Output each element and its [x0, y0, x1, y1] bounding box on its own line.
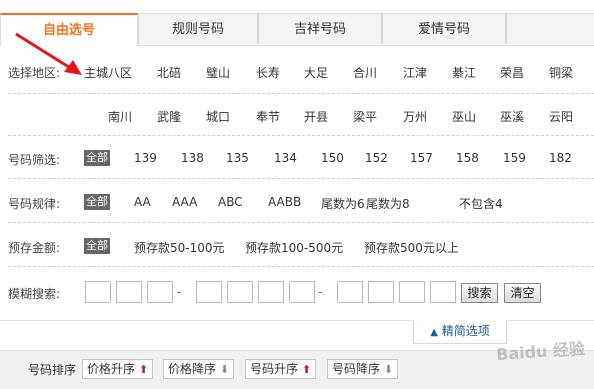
- toggle-label: 精简选项: [441, 324, 490, 338]
- digit-input[interactable]: [116, 281, 142, 303]
- deposit-option[interactable]: 预存款100-500元: [245, 239, 343, 256]
- digit-input[interactable]: [147, 281, 173, 303]
- digit-input[interactable]: [289, 281, 315, 303]
- region-option[interactable]: 万州: [403, 108, 427, 125]
- pattern-option[interactable]: 不包含4: [459, 195, 503, 212]
- region-option[interactable]: 綦江: [452, 64, 476, 81]
- divider: [8, 178, 594, 179]
- pattern-option[interactable]: AA: [134, 195, 151, 209]
- region-option[interactable]: 铜梁: [549, 64, 573, 81]
- prefix-option[interactable]: 158: [456, 151, 479, 165]
- digit-input[interactable]: [399, 281, 425, 303]
- pattern-label: 号码规律:: [8, 197, 61, 211]
- separator: -: [177, 285, 182, 299]
- sort-button[interactable]: 号码升序 ⬆: [245, 359, 317, 379]
- sort-button-label: 价格降序: [168, 362, 220, 376]
- clear-button[interactable]: 清空: [504, 283, 541, 303]
- deposit-label: 预存金额:: [8, 241, 61, 255]
- simplify-options-toggle[interactable]: ▲ 精简选项: [413, 320, 507, 344]
- region-option[interactable]: 巫山: [452, 108, 476, 125]
- divider: [8, 222, 594, 223]
- region-option[interactable]: 奉节: [256, 108, 280, 125]
- pattern-option[interactable]: ABC: [218, 195, 243, 209]
- deposit-option[interactable]: 预存款500元以上: [364, 239, 459, 256]
- region-option[interactable]: 主城八区: [84, 64, 132, 81]
- region-option[interactable]: 云阳: [549, 108, 573, 125]
- digit-input[interactable]: [258, 281, 284, 303]
- prefix-option[interactable]: 138: [181, 151, 204, 165]
- prefix-option[interactable]: 150: [321, 151, 344, 165]
- prefix-option[interactable]: 134: [274, 151, 297, 165]
- digit-input[interactable]: [368, 281, 394, 303]
- sort-button[interactable]: 号码降序 ⬇: [327, 359, 399, 379]
- deposit-option[interactable]: 预存款50-100元: [134, 239, 225, 256]
- tab-empty-filler: [506, 13, 594, 44]
- region-option[interactable]: 开县: [304, 108, 328, 125]
- pattern-all-option[interactable]: 全部: [84, 194, 110, 210]
- arrow-up-icon: ⬆: [138, 363, 149, 376]
- sort-button-label: 号码降序: [332, 362, 384, 376]
- sort-label: 号码排序: [28, 363, 77, 377]
- prefix-filter-label: 号码筛选:: [8, 153, 61, 167]
- pattern-option[interactable]: AABB: [268, 195, 301, 209]
- digit-input[interactable]: [430, 281, 456, 303]
- digit-input[interactable]: [337, 281, 363, 303]
- arrow-down-icon: ⬇: [219, 363, 230, 376]
- region-option[interactable]: 荣昌: [500, 64, 524, 81]
- pattern-option[interactable]: 尾数为6: [321, 195, 365, 212]
- region-option[interactable]: 璧山: [206, 64, 230, 81]
- sort-button-label: 价格升序: [87, 362, 139, 376]
- prefix-option[interactable]: 152: [365, 151, 388, 165]
- prefix-option[interactable]: 157: [410, 151, 433, 165]
- tab-rule-numbers[interactable]: 规则号码: [138, 13, 258, 44]
- deposit-all-option[interactable]: 全部: [84, 238, 110, 254]
- sort-button[interactable]: 价格降序 ⬇: [163, 359, 235, 379]
- prefix-option[interactable]: 139: [134, 151, 157, 165]
- region-option[interactable]: 江津: [403, 64, 427, 81]
- prefix-option[interactable]: 135: [226, 151, 249, 165]
- region-option[interactable]: 武隆: [157, 108, 181, 125]
- region-option[interactable]: 大足: [304, 64, 328, 81]
- search-button[interactable]: 搜索: [461, 283, 498, 303]
- region-option[interactable]: 城口: [206, 108, 230, 125]
- sort-button[interactable]: 价格升序 ⬆: [82, 359, 154, 379]
- prefix-option[interactable]: 182: [549, 151, 572, 165]
- tab-bar: 自由选号 规则号码 吉祥号码 爱情号码: [0, 13, 594, 46]
- region-option[interactable]: 长寿: [256, 64, 280, 81]
- region-option[interactable]: 北碚: [157, 64, 181, 81]
- sort-button-label: 号码升序: [250, 362, 302, 376]
- arrow-up-icon: ⬆: [301, 363, 312, 376]
- pattern-option[interactable]: 尾数为8: [366, 195, 410, 212]
- region-option[interactable]: 巫溪: [500, 108, 524, 125]
- digit-input[interactable]: [85, 281, 111, 303]
- chevron-up-icon: ▲: [430, 327, 438, 338]
- region-option[interactable]: 南川: [108, 108, 132, 125]
- region-option[interactable]: 梁平: [353, 108, 377, 125]
- separator: -: [318, 285, 323, 299]
- fuzzy-search-label: 模糊搜索:: [8, 287, 61, 301]
- divider: [8, 135, 594, 136]
- divider: [8, 93, 594, 94]
- tab-love-numbers[interactable]: 爱情号码: [382, 13, 506, 44]
- pattern-option[interactable]: AAA: [172, 195, 197, 209]
- tab-lucky-numbers[interactable]: 吉祥号码: [258, 13, 382, 44]
- region-label: 选择地区:: [8, 66, 61, 80]
- region-option[interactable]: 合川: [353, 64, 377, 81]
- divider: [8, 266, 594, 267]
- arrow-down-icon: ⬇: [383, 363, 394, 376]
- prefix-all-option[interactable]: 全部: [84, 150, 110, 166]
- digit-input[interactable]: [196, 281, 222, 303]
- prefix-option[interactable]: 159: [503, 151, 526, 165]
- digit-input[interactable]: [227, 281, 253, 303]
